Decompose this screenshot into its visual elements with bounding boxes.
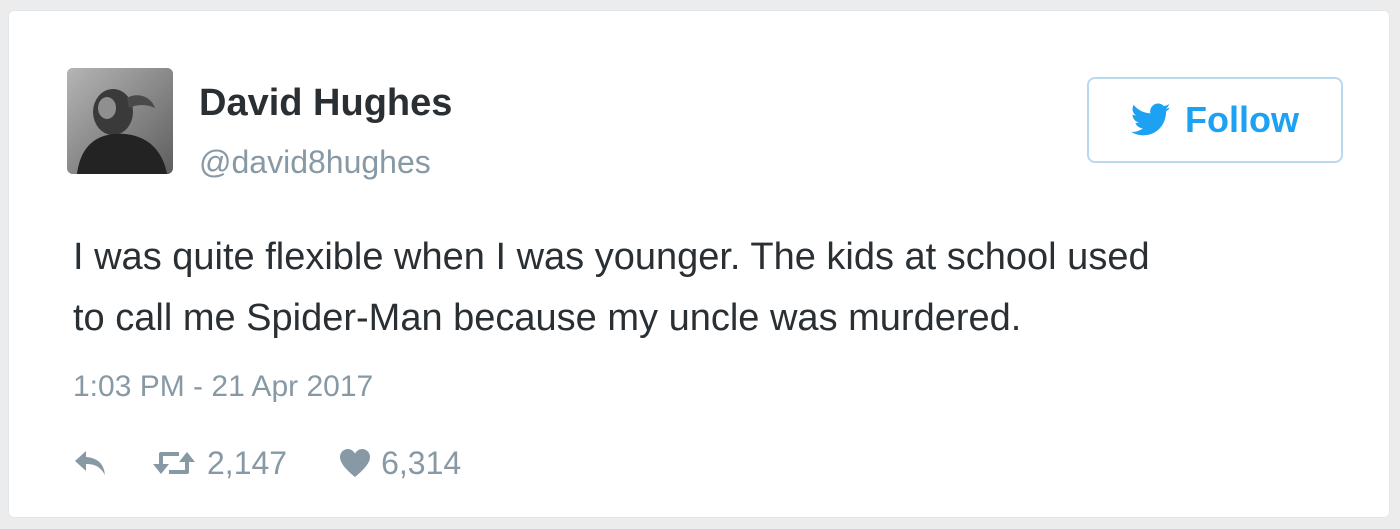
heart-icon xyxy=(340,449,371,477)
tweet-text: I was quite flexible when I was younger.… xyxy=(73,227,1363,349)
avatar-photo xyxy=(67,68,173,174)
tweet-actions: 2,147 6,314 xyxy=(73,441,461,485)
tweet-timestamp[interactable]: 1:03 PM - 21 Apr 2017 xyxy=(73,372,373,402)
twitter-bird-icon xyxy=(1131,103,1171,136)
author-name[interactable]: David Hughes xyxy=(199,84,452,122)
avatar[interactable] xyxy=(67,68,173,174)
like-button[interactable]: 6,314 xyxy=(339,445,461,482)
reply-button[interactable] xyxy=(73,449,107,477)
follow-button[interactable]: Follow xyxy=(1087,77,1343,163)
reply-icon xyxy=(75,451,105,475)
tweet-text-line: I was quite flexible when I was younger.… xyxy=(73,236,1150,278)
author-handle[interactable]: @david8hughes xyxy=(199,146,431,178)
like-count: 6,314 xyxy=(381,444,462,481)
retweet-count: 2,147 xyxy=(207,444,288,481)
tweet-card: David Hughes @david8hughes Follow I was … xyxy=(8,10,1390,518)
retweet-icon xyxy=(153,452,195,474)
tweet-text-line: to call me Spider-Man because my uncle w… xyxy=(73,297,1022,339)
follow-label: Follow xyxy=(1185,99,1299,140)
retweet-button[interactable]: 2,147 xyxy=(151,445,287,482)
